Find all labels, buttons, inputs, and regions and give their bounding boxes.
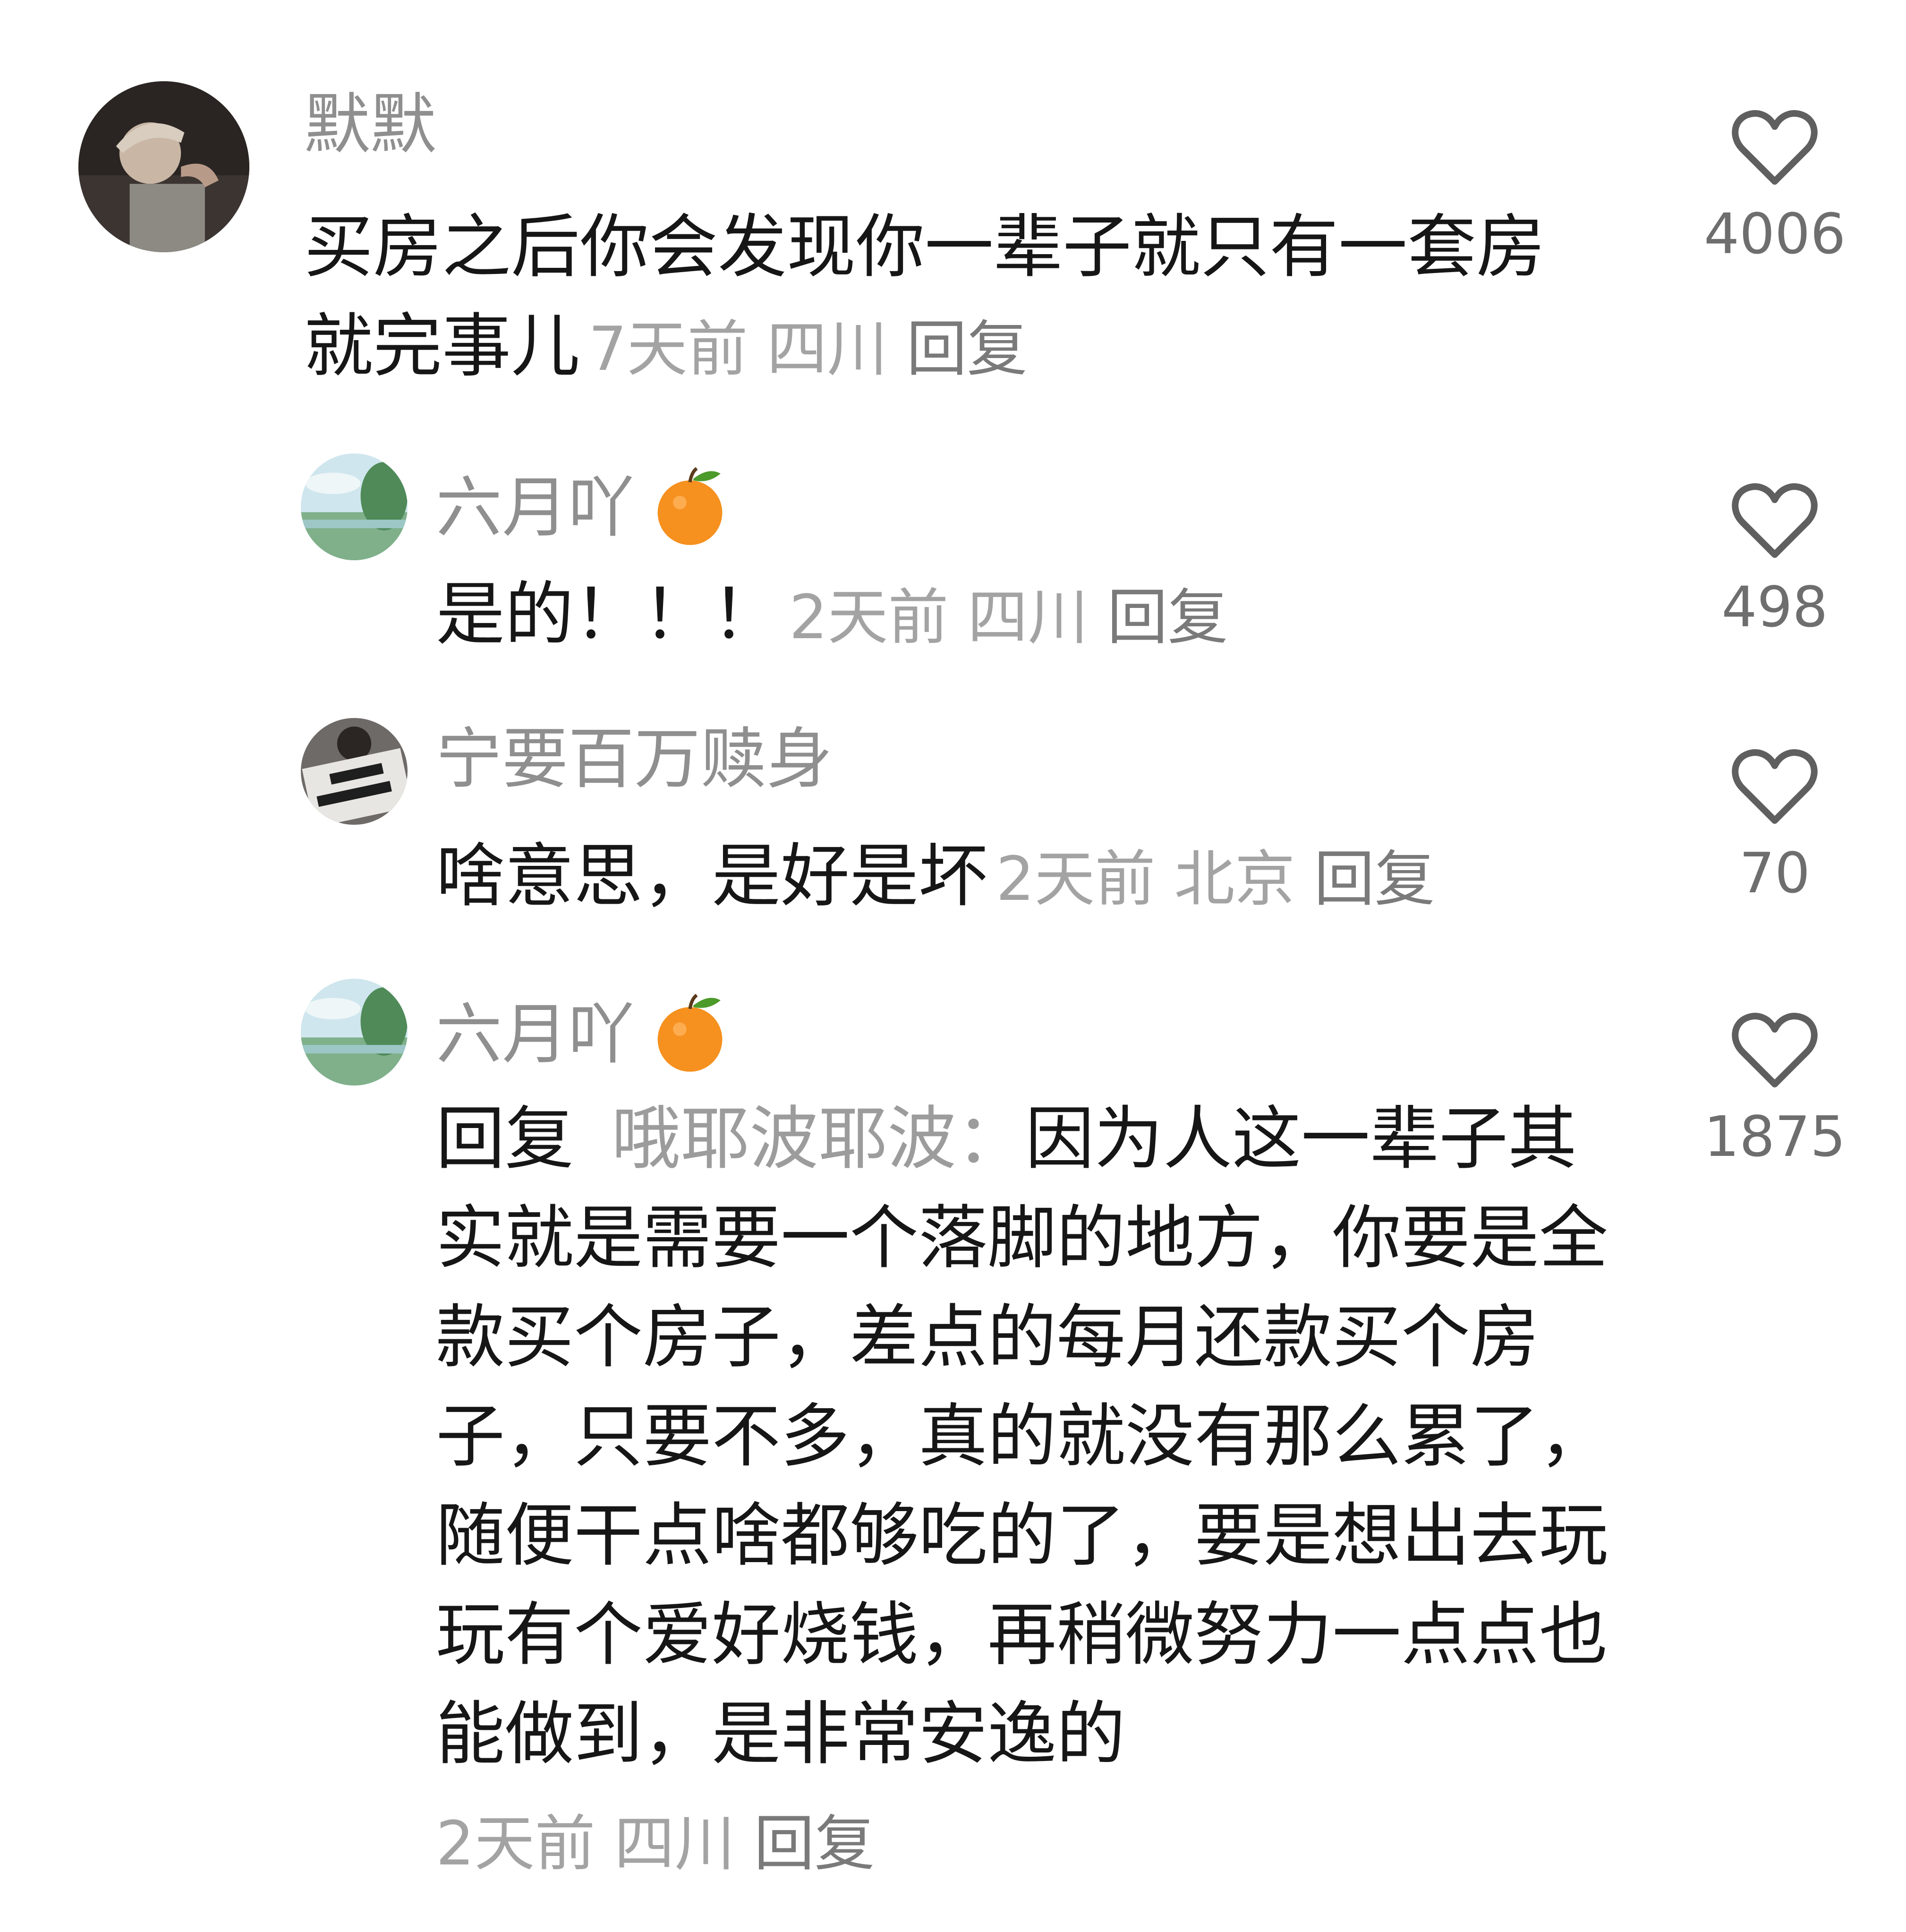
comment-location: 四川 <box>614 1809 735 1879</box>
comment-time: 2天前 <box>789 582 949 653</box>
heart-outline-icon[interactable] <box>1727 1003 1822 1097</box>
tangerine-emoji <box>647 463 732 548</box>
like-button[interactable]: 1875 <box>1704 1003 1846 1164</box>
comment-body: 是的！！！ <box>436 574 781 655</box>
comment-location: 四川 <box>766 314 888 385</box>
comment-time: 7天前 <box>588 314 748 385</box>
comment-meta: 7天前 四川 回复 <box>588 314 1027 385</box>
avatar[interactable] <box>301 718 408 825</box>
comment-location: 四川 <box>967 582 1089 653</box>
reply-button[interactable]: 回复 <box>754 1809 875 1879</box>
reply-button[interactable]: 回复 <box>1314 844 1435 915</box>
like-button[interactable]: 4006 <box>1704 100 1846 262</box>
like-button[interactable]: 498 <box>1704 473 1846 635</box>
reply-button[interactable]: 回复 <box>1107 582 1228 653</box>
like-count: 1875 <box>1704 1104 1846 1169</box>
username-text: 六月吖 <box>436 470 635 547</box>
like-count: 70 <box>1739 840 1811 906</box>
comment-text[interactable]: 回复 哦耶波耶波：因为人这一辈子其实就是需要一个落脚的地方，你要是全款买个房子，差… <box>436 1089 1626 1784</box>
comment-time: 2天前 <box>996 844 1156 915</box>
comment-username[interactable]: 六月吖 <box>436 463 732 548</box>
avatar[interactable] <box>301 453 408 560</box>
like-count: 4006 <box>1704 201 1846 266</box>
reply-target-username[interactable]: 哦耶波耶波： <box>612 1099 1025 1179</box>
heart-outline-icon[interactable] <box>1727 739 1822 834</box>
like-count: 498 <box>1721 574 1828 640</box>
comment-username[interactable]: 宁要百万赎身 <box>436 727 833 793</box>
heart-outline-icon[interactable] <box>1727 100 1822 195</box>
reply-prefix: 回复 <box>436 1099 574 1179</box>
reply-button[interactable]: 回复 <box>906 314 1027 385</box>
comment-text[interactable]: 是的！！！ 2天前 四川 回复 <box>436 565 1617 667</box>
comment-meta: 2天前 四川 回复 <box>436 1814 875 1874</box>
comment-meta: 2天前 四川 回复 <box>789 582 1228 653</box>
heart-outline-icon[interactable] <box>1727 473 1822 568</box>
comment-username[interactable]: 默默 <box>304 92 436 158</box>
comment-location: 北京 <box>1174 844 1295 915</box>
comment-meta: 2天前 北京 回复 <box>996 844 1435 915</box>
username-text: 六月吖 <box>436 996 635 1073</box>
tangerine-emoji <box>647 990 732 1075</box>
comment-username[interactable]: 六月吖 <box>436 990 732 1075</box>
comment-text[interactable]: 啥意思，是好是坏 2天前 北京 回复 <box>436 827 1617 929</box>
comment-body: 啥意思，是好是坏 <box>436 836 987 916</box>
comment-text[interactable]: 买房之后你会发现你一辈子就只有一套房就完事儿 7天前 四川 回复 <box>304 197 1579 399</box>
avatar[interactable] <box>78 81 249 252</box>
avatar[interactable] <box>301 979 408 1086</box>
comment-time: 2天前 <box>436 1809 596 1879</box>
like-button[interactable]: 70 <box>1704 739 1846 901</box>
comment-body: 因为人这一辈子其实就是需要一个落脚的地方，你要是全款买个房子，差点的每月还款买个… <box>436 1099 1608 1774</box>
